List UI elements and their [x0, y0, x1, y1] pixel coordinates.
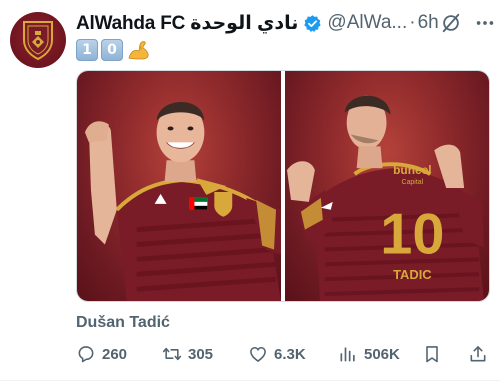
photo-left[interactable]	[77, 71, 281, 301]
reply-count: 260	[102, 345, 128, 363]
like-button[interactable]: 6.3K	[248, 342, 306, 366]
repost-icon	[162, 347, 182, 361]
reply-icon	[78, 346, 94, 363]
jersey-name: TADIC	[393, 267, 432, 282]
tweet-header: AlWahda FC نادي الوحدة @AlWa... · 6h	[76, 12, 439, 34]
repost-count: 305	[188, 345, 214, 363]
divider	[0, 380, 500, 381]
repost-button[interactable]: 305	[162, 342, 213, 366]
flexed-biceps-emoji	[128, 41, 149, 60]
grok-icon[interactable]	[440, 12, 462, 34]
sponsor-text: buneel	[393, 163, 431, 177]
tweet-text: 1 0	[76, 38, 152, 62]
timestamp[interactable]: 6h	[418, 12, 439, 34]
handle[interactable]: @AlWa...	[327, 12, 407, 34]
view-count: 506K	[364, 345, 400, 363]
player-photo-right: buneel Capital 10 TADIC	[286, 95, 485, 301]
player-photo-left	[84, 101, 281, 301]
jersey-number: 10	[380, 203, 444, 267]
more-icon[interactable]	[474, 12, 496, 34]
like-icon	[250, 346, 266, 362]
separator-dot: ·	[409, 12, 416, 33]
bookmark-icon	[426, 346, 438, 363]
sponsor-subtext: Capital	[402, 179, 424, 186]
like-count: 6.3K	[274, 345, 306, 363]
tweet[interactable]: AlWahda FC نادي الوحدة @AlWa... · 6h 1 0	[0, 0, 500, 384]
display-name[interactable]: AlWahda FC نادي الوحدة	[76, 12, 299, 35]
action-bar: 260 305 6.3K 506K	[76, 342, 490, 366]
keycap-one-emoji: 1	[76, 39, 98, 61]
media-grid: buneel Capital 10 TADIC	[76, 70, 490, 302]
media-caption: Dušan Tadić	[76, 314, 170, 331]
views-button[interactable]: 506K	[338, 342, 400, 366]
share-button[interactable]	[468, 342, 488, 366]
views-icon	[340, 347, 355, 362]
bookmark-button[interactable]	[422, 342, 442, 366]
reply-button[interactable]: 260	[76, 342, 127, 366]
club-crest-icon	[23, 21, 53, 61]
photo-right[interactable]: buneel Capital 10 TADIC	[285, 71, 489, 301]
verified-badge-icon	[304, 14, 322, 32]
avatar[interactable]	[10, 12, 66, 68]
keycap-zero-emoji: 0	[101, 39, 123, 61]
share-icon	[470, 346, 486, 362]
